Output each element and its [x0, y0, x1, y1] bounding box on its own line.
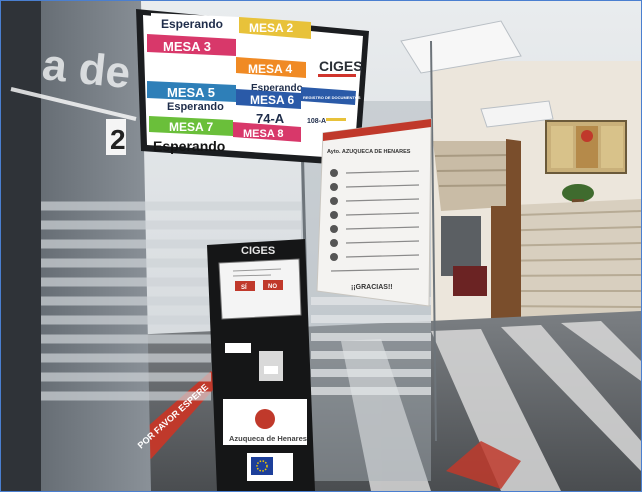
monitor-side-ticket: 108-A [307, 118, 326, 125]
sign-closing: ¡¡GRACIAS!! [351, 284, 393, 291]
left-column [1, 1, 41, 491]
monitor-row1-right: MESA 2 [249, 21, 294, 35]
monitor-row4-right: MESA 8 [243, 128, 284, 140]
monitor-row4-left: MESA 7 [169, 120, 214, 134]
monitor-brand-bar [318, 74, 356, 77]
stained-glass-window [545, 120, 627, 174]
monitor-side-bar [326, 118, 346, 121]
kiosk-no-label: NO [268, 284, 277, 290]
monitor-brand: CIGES [319, 58, 363, 74]
photo-frame: a de 2 POR FAVOR ESPERE Esperando MESA 2… [0, 0, 642, 492]
chair [453, 266, 487, 296]
waiting-room-photo: a de 2 POR FAVOR ESPERE Esperando MESA 2… [1, 1, 641, 491]
monitor-ticket-center: 74-A [256, 111, 285, 126]
monitor-side-header: REGISTRO DE DOCUMENTOS [303, 95, 361, 100]
eu-flag-icon [251, 457, 273, 475]
monitor-status-bottom: Esperando [153, 138, 225, 154]
kiosk-ticket-paper [264, 366, 278, 374]
kiosk-brand: CIGES [241, 245, 275, 257]
monitor-row2-right: MESA 4 [248, 62, 293, 76]
monitor-row2-left: MESA 3 [163, 39, 211, 54]
town-logo-icon [255, 409, 275, 429]
ticket-kiosk: CIGES SÍ NO Azuqueca de Henares [207, 239, 315, 491]
info-sign: Ayto. AZUQUECA DE HENARES ¡¡GRACIAS!! [316, 118, 432, 307]
monitor-status-row3: Esperando [167, 101, 224, 113]
monitor-row3-left: MESA 5 [167, 85, 215, 100]
wall-letters: a de [40, 40, 133, 98]
kiosk-town-name: Azuqueca de Henares [229, 434, 307, 443]
pillar-number: 2 [110, 124, 126, 155]
kiosk-sticker [225, 343, 251, 353]
monitor-row1-left: Esperando [161, 17, 223, 31]
kiosk-yes-label: SÍ [241, 283, 247, 291]
sign-heading: Ayto. AZUQUECA DE HENARES [327, 149, 411, 155]
monitor-row3-right: MESA 6 [250, 93, 295, 107]
